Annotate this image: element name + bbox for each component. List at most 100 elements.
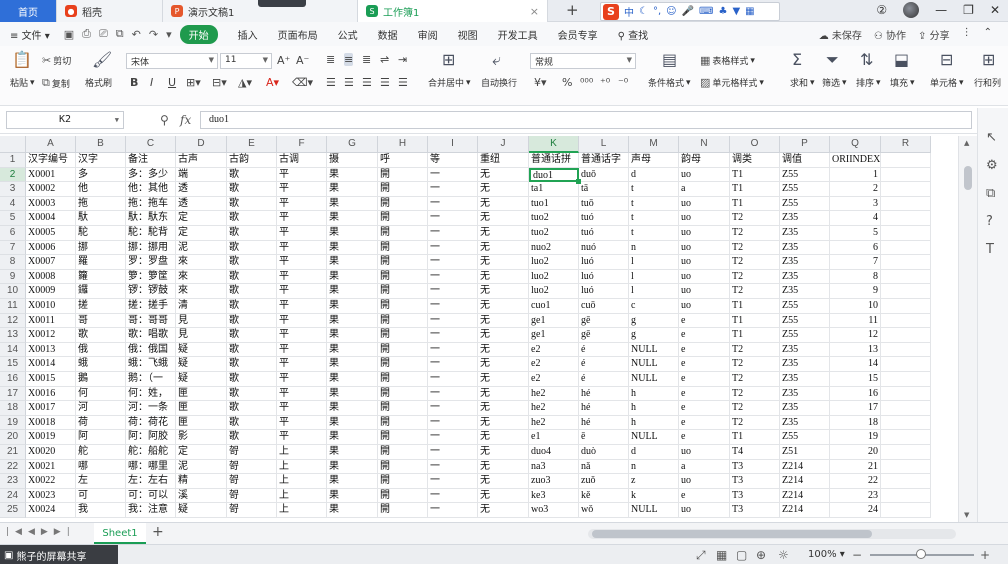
table-cell[interactable]: 箩：箩筐 xyxy=(126,269,176,285)
table-cell[interactable]: uo xyxy=(679,240,730,256)
table-cell[interactable]: c xyxy=(629,299,679,314)
clear-format-icon[interactable]: ⌫▾ xyxy=(292,76,313,89)
scroll-up-icon[interactable]: ▲ xyxy=(964,139,969,147)
header-cell[interactable]: 古声 xyxy=(176,153,227,168)
tab-start[interactable]: 开始 xyxy=(179,24,218,44)
row-header-5[interactable]: 5 xyxy=(0,211,26,226)
row-header-13[interactable]: 13 xyxy=(0,328,26,343)
table-cell[interactable]: 蛾 xyxy=(76,357,126,372)
table-cell[interactable]: 溪 xyxy=(176,488,227,504)
row-header-21[interactable]: 21 xyxy=(0,445,26,460)
table-cell[interactable]: T3 xyxy=(730,474,780,489)
table-cell[interactable]: 13 xyxy=(830,342,881,358)
column-header-e[interactable]: E xyxy=(227,136,277,153)
table-cell[interactable]: tuo1 xyxy=(529,196,579,212)
table-cell[interactable]: 開 xyxy=(378,328,428,343)
table-cell[interactable]: X0021 xyxy=(26,459,76,475)
table-cell[interactable]: 2 xyxy=(830,182,881,197)
column-header-a[interactable]: A xyxy=(26,136,76,153)
table-cell[interactable]: 見 xyxy=(176,328,227,343)
font-size-select[interactable]: 11 ▼ xyxy=(220,53,272,69)
column-header-o[interactable]: O xyxy=(730,136,780,153)
justify-icon[interactable]: ☰ xyxy=(380,76,390,89)
table-cell[interactable]: 泥 xyxy=(176,240,227,256)
table-cell[interactable]: 一 xyxy=(428,328,478,343)
header-cell[interactable]: 汉字 xyxy=(76,153,126,168)
zoom-out-icon[interactable]: − xyxy=(852,548,862,562)
table-cell[interactable]: 无 xyxy=(478,342,529,358)
table-cell[interactable]: ta1 xyxy=(529,182,579,197)
bold-icon[interactable]: B xyxy=(130,76,138,89)
table-cell[interactable]: X0020 xyxy=(26,445,76,460)
select-all-corner[interactable] xyxy=(0,136,26,153)
table-cell[interactable]: 无 xyxy=(478,372,529,387)
table-cell[interactable]: 泥 xyxy=(176,459,227,475)
table-cell[interactable]: 一 xyxy=(428,459,478,475)
table-cell[interactable]: 无 xyxy=(478,386,529,402)
table-cell[interactable]: 果 xyxy=(327,167,378,183)
table-cell[interactable]: 果 xyxy=(327,313,378,329)
table-cell[interactable]: 他 xyxy=(76,182,126,197)
row-header-3[interactable]: 3 xyxy=(0,182,26,197)
table-cell[interactable]: duō xyxy=(579,167,629,183)
cells-icon[interactable]: ⊟ xyxy=(940,50,953,69)
table-cell[interactable]: 一 xyxy=(428,401,478,416)
mic-icon[interactable]: 🎤 xyxy=(682,6,694,17)
border-icon[interactable]: ⊞▾ xyxy=(186,76,201,89)
table-cell[interactable]: 歌 xyxy=(227,415,277,431)
increase-decimal-icon[interactable]: ⁺⁰ xyxy=(600,76,610,89)
table-cell[interactable]: k xyxy=(629,488,679,504)
table-cell[interactable] xyxy=(881,240,931,256)
table-cell[interactable]: 果 xyxy=(327,269,378,285)
table-cell[interactable]: 上 xyxy=(277,488,327,504)
table-cell[interactable] xyxy=(881,284,931,299)
italic-icon[interactable]: I xyxy=(150,76,153,89)
table-cell[interactable]: 歌 xyxy=(227,182,277,197)
help-icon[interactable]: ? xyxy=(986,214,993,229)
row-header-14[interactable]: 14 xyxy=(0,342,26,358)
column-header-h[interactable]: H xyxy=(378,136,428,153)
table-cell[interactable]: tā xyxy=(579,182,629,197)
tab-home[interactable]: 首页 xyxy=(0,0,57,22)
table-cell[interactable]: T2 xyxy=(730,211,780,226)
tab-formulas[interactable]: 公式 xyxy=(338,27,358,42)
table-cell[interactable]: Z35 xyxy=(780,415,830,431)
table-cell[interactable]: 哿 xyxy=(227,503,277,518)
tab-data[interactable]: 数据 xyxy=(378,27,398,42)
table-cell[interactable]: 17 xyxy=(830,401,881,416)
table-cell[interactable]: 无 xyxy=(478,313,529,329)
table-cell[interactable]: luó xyxy=(579,284,629,299)
table-cell[interactable]: tuo2 xyxy=(529,211,579,226)
decrease-font-icon[interactable]: A⁻ xyxy=(296,54,309,67)
table-cell[interactable]: 歌 xyxy=(227,386,277,402)
formula-input[interactable]: duo1 xyxy=(200,111,972,129)
table-cell[interactable]: 拖：拖车 xyxy=(126,196,176,212)
table-cell[interactable]: X0024 xyxy=(26,503,76,518)
table-cell[interactable] xyxy=(881,211,931,226)
table-cell[interactable]: 歌 xyxy=(227,401,277,416)
table-cell[interactable]: Z55 xyxy=(780,182,830,197)
table-cell[interactable]: 何 xyxy=(76,386,126,402)
table-cell[interactable]: 開 xyxy=(378,503,428,518)
table-cell[interactable]: T1 xyxy=(730,313,780,329)
table-cell[interactable]: luó xyxy=(579,269,629,285)
table-cell[interactable]: tuō xyxy=(579,196,629,212)
table-cell[interactable]: 21 xyxy=(830,459,881,475)
format-painter-button[interactable]: 格式刷 xyxy=(85,76,112,89)
more-borders-icon[interactable]: ⊟▾ xyxy=(212,76,227,89)
table-cell[interactable]: 開 xyxy=(378,357,428,372)
table-cell[interactable] xyxy=(881,401,931,416)
table-cell[interactable]: 果 xyxy=(327,357,378,372)
table-cell[interactable]: 一 xyxy=(428,255,478,270)
increase-font-icon[interactable]: A⁺ xyxy=(277,54,290,67)
table-cell[interactable]: uo xyxy=(679,255,730,270)
table-cell[interactable] xyxy=(881,196,931,212)
share-button[interactable]: ⇪ 分享 xyxy=(918,27,950,42)
table-cell[interactable]: uo xyxy=(679,299,730,314)
table-cell[interactable]: T2 xyxy=(730,269,780,285)
table-cell[interactable]: T1 xyxy=(730,299,780,314)
table-cell[interactable] xyxy=(881,503,931,518)
table-cell[interactable]: ē xyxy=(579,430,629,445)
table-cell[interactable]: X0012 xyxy=(26,328,76,343)
ime-mode[interactable]: 中 xyxy=(624,4,634,19)
